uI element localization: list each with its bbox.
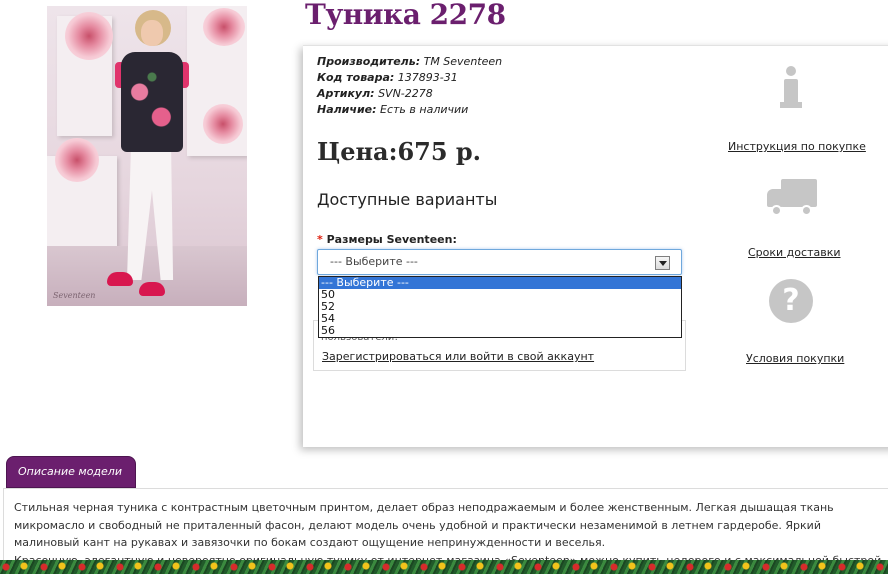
product-meta: Производитель: ТМ Seventeen Код товара: … [317,54,502,118]
delivery-link[interactable]: Сроки доставки [748,246,841,259]
rose-decoration [203,104,243,144]
question-icon[interactable]: ? [769,279,813,323]
size-option[interactable]: 54 [319,313,681,325]
photo-signature: Seventeen [53,291,96,300]
model-figure [107,6,189,306]
terms-link[interactable]: Условия покупки [746,352,844,365]
sizes-label: * Размеры Seventeen: [317,233,457,246]
product-title: Туника 2278 [305,0,506,31]
article-row: Артикул: SVN-2278 [317,87,433,100]
product-price: Цена:675 р. [317,137,482,166]
login-register-link[interactable]: Зарегистрироваться или войти в свой акка… [322,350,594,363]
size-option[interactable]: 56 [319,325,681,337]
product-code-row: Код товара: 137893-31 [317,71,458,84]
variants-heading: Доступные варианты [317,190,498,209]
instructions-link[interactable]: Инструкция по покупке [728,140,866,153]
required-mark: * [317,233,323,246]
size-option[interactable]: 50 [319,289,681,301]
holiday-garland [0,560,888,574]
rose-decoration [203,8,245,46]
dropdown-arrow-icon[interactable] [655,256,670,270]
description-paragraph: Стильная черная туника с контрастным цве… [14,501,834,549]
size-option[interactable]: 52 [319,301,681,313]
truck-icon[interactable] [767,177,817,217]
availability-row: Наличие: Есть в наличии [317,103,469,116]
product-photo[interactable]: Seventeen [47,6,247,306]
size-select[interactable]: --- Выберите --- [317,249,682,275]
size-select-value: --- Выберите --- [330,255,418,268]
info-icon[interactable] [780,66,802,108]
rose-decoration [55,138,99,182]
size-dropdown-list[interactable]: --- Выберите --- 50 52 54 56 [318,276,682,338]
manufacturer-row: Производитель: ТМ Seventeen [317,55,503,68]
size-option[interactable]: --- Выберите --- [319,277,681,289]
rose-decoration [65,12,113,60]
tab-description[interactable]: Описание модели [6,456,136,488]
